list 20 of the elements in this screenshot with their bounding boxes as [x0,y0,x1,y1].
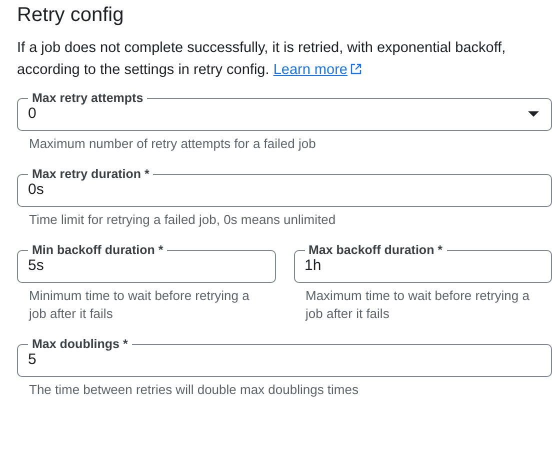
select-field[interactable]: Max retry attempts 0 [17,91,552,131]
text-field[interactable]: Min backoff duration * 5s [17,243,276,283]
helper-text: The time between retries will double max doublings times [28,381,360,399]
text-field[interactable]: Max doublings * 5 [17,337,552,377]
external-link-icon [350,63,362,75]
field-label: Min backoff duration * [31,243,164,257]
helper-text: Maximum number of retry attempts for a failed job [28,135,317,153]
section-title: Retry config [17,3,125,28]
helper-text: Minimum time to wait before retrying a job after it fails [28,287,250,323]
text-field[interactable]: Max backoff duration * 1h [294,243,552,283]
dropdown-caret-icon [528,110,539,116]
text-field[interactable]: Max retry duration * 0s [17,167,552,207]
field-label: Max doublings * [31,337,129,351]
field-label: Max retry attempts [31,91,144,105]
helper-text: Maximum time to wait before retrying a job after it fails [304,287,530,323]
learn-more-link[interactable]: Learn more [273,62,362,78]
field-label: Max retry duration * [31,167,150,181]
description: If a job does not complete successfully, it is retried, with exponential backoff, according to the settings in retry config. Learn more [17,39,507,80]
field-label: Max backoff duration * [308,243,444,257]
helper-text: Time limit for retrying a failed job, 0s means unlimited [28,211,337,229]
